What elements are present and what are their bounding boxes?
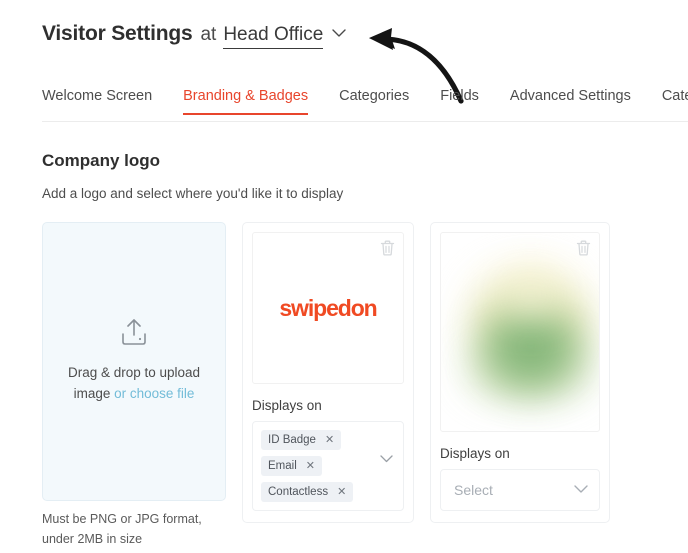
- tab-categories[interactable]: Categories: [339, 88, 409, 115]
- upload-format-hint: Must be PNG or JPG format, under 2MB in …: [42, 512, 202, 546]
- photo-blur-top: [501, 275, 561, 315]
- tab-catering[interactable]: Catering: [662, 88, 688, 115]
- section-title: Company logo: [42, 151, 161, 170]
- trash-icon[interactable]: [576, 240, 591, 256]
- tab-branding-badges[interactable]: Branding & Badges: [183, 88, 308, 115]
- photo-card: Displays on Select: [430, 222, 610, 523]
- tag-label: Email: [268, 460, 297, 472]
- swipedon-logo: swipedon: [279, 294, 377, 321]
- close-icon[interactable]: ✕: [337, 486, 346, 498]
- tab-bar: Welcome Screen Branding & Badges Categor…: [0, 88, 688, 123]
- tab-bar-divider: [42, 121, 688, 122]
- location-name: Head Office: [223, 24, 324, 49]
- chevron-down-icon[interactable]: [380, 450, 393, 468]
- location-picker[interactable]: Head Office: [223, 24, 346, 49]
- tag-email: Email ✕: [261, 456, 322, 476]
- photo-displays-on-select[interactable]: Select: [440, 469, 600, 511]
- section-subtitle: Add a logo and select where you'd like i…: [42, 186, 344, 201]
- logo-cards-row: Drag & drop to upload image or choose fi…: [42, 222, 610, 523]
- tag-list: ID Badge ✕ Email ✕ Contactless ✕: [261, 430, 354, 502]
- choose-file-link[interactable]: or choose file: [114, 386, 194, 401]
- tag-label: ID Badge: [268, 434, 316, 446]
- close-icon[interactable]: ✕: [325, 434, 334, 446]
- chevron-down-icon[interactable]: [574, 481, 588, 499]
- trash-icon[interactable]: [380, 240, 395, 256]
- logo-card: swipedon Displays on ID Badge ✕ Email ✕ …: [242, 222, 414, 523]
- select-placeholder: Select: [454, 482, 493, 498]
- logo-preview: swipedon: [252, 232, 404, 384]
- tag-label: Contactless: [268, 486, 329, 498]
- photo-preview: [440, 232, 600, 432]
- upload-icon: [119, 318, 149, 351]
- page-title: Visitor Settings: [42, 22, 193, 45]
- upload-text-primary: Drag & drop to upload: [67, 365, 201, 381]
- page-title-connector: at: [200, 24, 217, 45]
- tag-contactless: Contactless ✕: [261, 482, 354, 502]
- photo-blur-center: [483, 303, 579, 389]
- logo-displays-on-label: Displays on: [252, 398, 322, 413]
- page-header: Visitor Settings at Head Office: [42, 22, 346, 49]
- upload-dropzone[interactable]: Drag & drop to upload image or choose fi…: [42, 222, 226, 501]
- logo-displays-on-multiselect[interactable]: ID Badge ✕ Email ✕ Contactless ✕: [252, 421, 404, 511]
- tag-id-badge: ID Badge ✕: [261, 430, 342, 450]
- upload-text-secondary: image: [73, 386, 111, 401]
- tab-advanced-settings[interactable]: Advanced Settings: [510, 88, 631, 115]
- chevron-down-icon: [332, 25, 346, 43]
- tab-fields[interactable]: Fields: [440, 88, 479, 115]
- close-icon[interactable]: ✕: [306, 460, 315, 472]
- tab-list: Welcome Screen Branding & Badges Categor…: [42, 88, 688, 115]
- tab-welcome-screen[interactable]: Welcome Screen: [42, 88, 152, 115]
- upload-instructions: Drag & drop to upload image or choose fi…: [59, 363, 209, 405]
- photo-displays-on-label: Displays on: [440, 446, 510, 461]
